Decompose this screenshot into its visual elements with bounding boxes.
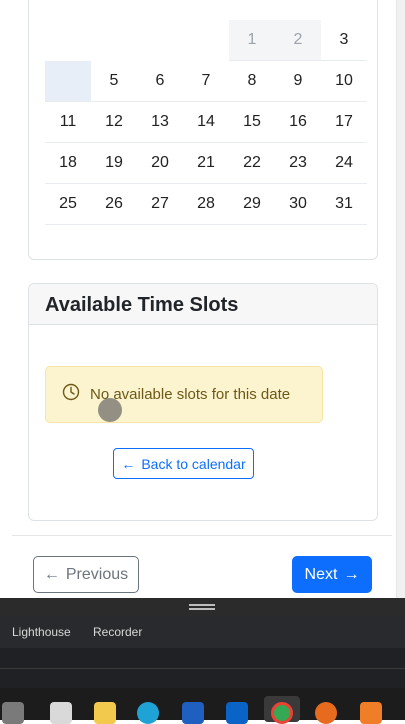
calendar-day[interactable]: 7 <box>183 60 229 102</box>
edge-icon[interactable] <box>137 702 159 724</box>
calendar-day-empty <box>137 20 183 61</box>
devtools-divider <box>0 668 405 669</box>
calendar-day[interactable]: 30 <box>275 183 321 225</box>
calendar-day[interactable]: 18 <box>45 142 91 184</box>
calendar-day[interactable]: 20 <box>137 142 183 184</box>
previous-button[interactable]: ← Previous <box>33 556 139 593</box>
calendar-day[interactable]: 16 <box>275 101 321 143</box>
calendar-day[interactable]: 19 <box>91 142 137 184</box>
devtools-resize-handle[interactable] <box>0 598 405 616</box>
calendar-day[interactable]: 9 <box>275 60 321 102</box>
devtools-tabbar: Lighthouse Recorder <box>0 616 405 649</box>
calendar-week: 25 26 27 28 29 30 31 <box>45 183 367 225</box>
calendar-week: 1 2 3 <box>45 20 367 61</box>
next-button[interactable]: Next → <box>292 556 372 593</box>
calendar-day[interactable]: 23 <box>275 142 321 184</box>
calendar-day[interactable]: 24 <box>321 142 367 184</box>
calendar-day[interactable]: 22 <box>229 142 275 184</box>
calendar-day[interactable]: 25 <box>45 183 91 225</box>
calendar-day-empty <box>45 20 91 61</box>
calendar-day-empty <box>183 20 229 61</box>
terminal-icon[interactable] <box>50 702 72 724</box>
calendar-day[interactable]: 5 <box>91 60 137 102</box>
back-to-calendar-button[interactable]: ← Back to calendar <box>113 448 254 479</box>
taskbar <box>0 688 405 724</box>
calendar-day[interactable]: 29 <box>229 183 275 225</box>
back-to-calendar-label: Back to calendar <box>141 455 246 472</box>
no-slots-alert: No available slots for this date <box>45 366 323 423</box>
outlook-icon[interactable] <box>226 702 248 724</box>
calendar-day[interactable]: 13 <box>137 101 183 143</box>
folder-icon[interactable] <box>94 702 116 724</box>
calendar-day[interactable]: 10 <box>321 60 367 102</box>
tab-lighthouse[interactable]: Lighthouse <box>12 625 71 639</box>
next-label: Next <box>304 565 338 583</box>
calendar-day[interactable]: 27 <box>137 183 183 225</box>
calendar-day-empty <box>91 20 137 61</box>
calendar-week: 11 12 13 14 15 16 17 <box>45 101 367 143</box>
calendar-day[interactable]: 31 <box>321 183 367 225</box>
no-slots-message: No available slots for this date <box>90 386 291 403</box>
calendar-day[interactable]: 14 <box>183 101 229 143</box>
arrow-left-icon: ← <box>43 565 60 583</box>
calendar-day[interactable]: 11 <box>45 101 91 143</box>
time-slots-card: Available Time Slots No available slots … <box>28 283 378 521</box>
calendar-grid: 1 2 3 5 6 7 8 9 10 11 12 13 14 15 16 17 <box>45 20 367 225</box>
tab-recorder[interactable]: Recorder <box>93 625 142 639</box>
calendar-week: 18 19 20 21 22 23 24 <box>45 142 367 184</box>
time-slots-title: Available Time Slots <box>29 284 377 325</box>
calendar-day-selected[interactable] <box>45 60 91 102</box>
devtools-panel <box>0 648 405 688</box>
calendar-day[interactable]: 21 <box>183 142 229 184</box>
calendar-day[interactable]: 8 <box>229 60 275 102</box>
firefox-icon[interactable] <box>315 702 337 724</box>
calendar-day[interactable]: 2 <box>275 20 321 61</box>
store-icon[interactable] <box>182 702 204 724</box>
clock-icon <box>62 383 80 406</box>
grip-icon <box>189 604 215 610</box>
calendar-day[interactable]: 15 <box>229 101 275 143</box>
chrome-icon[interactable] <box>271 702 293 724</box>
calendar-day[interactable]: 17 <box>321 101 367 143</box>
calendar-day[interactable]: 26 <box>91 183 137 225</box>
calendar-day[interactable]: 12 <box>91 101 137 143</box>
arrow-left-icon: ← <box>121 455 136 472</box>
calendar-day[interactable]: 3 <box>321 20 367 61</box>
touch-cursor <box>98 398 122 422</box>
xampp-icon[interactable] <box>360 702 382 724</box>
booking-page: 1 2 3 5 6 7 8 9 10 11 12 13 14 15 16 17 <box>0 0 405 598</box>
file-explorer-icon[interactable] <box>2 702 24 724</box>
calendar-day[interactable]: 28 <box>183 183 229 225</box>
page-scrollbar[interactable] <box>396 0 405 598</box>
previous-label: Previous <box>65 565 129 583</box>
arrow-right-icon: → <box>343 565 360 583</box>
calendar-day[interactable]: 1 <box>229 20 275 61</box>
calendar-week: 5 6 7 8 9 10 <box>45 60 367 102</box>
calendar-day[interactable]: 6 <box>137 60 183 102</box>
footer-divider <box>12 535 392 536</box>
